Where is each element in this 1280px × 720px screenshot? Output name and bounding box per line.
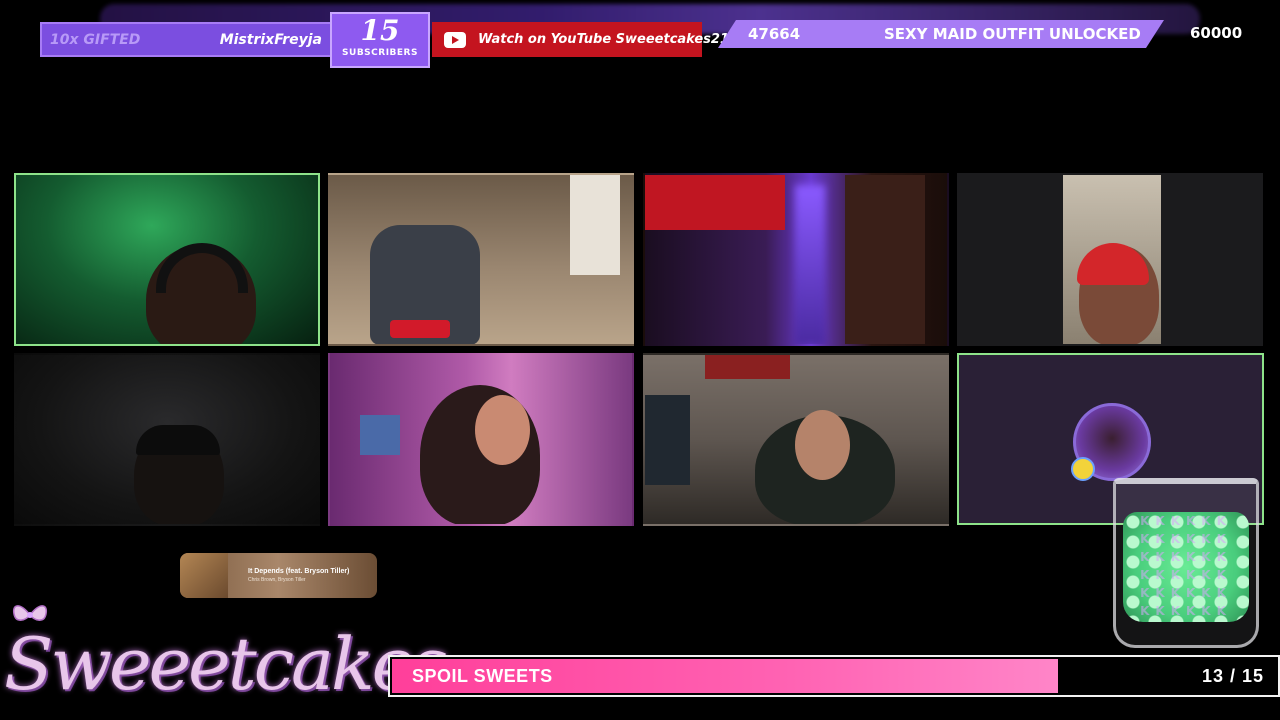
camera-tile-7 <box>643 353 949 526</box>
wall-decor-shape <box>360 415 400 455</box>
gifted-sub-panel: 10x GIFTED MistrixFreyja <box>40 22 332 57</box>
youtube-icon <box>444 31 466 48</box>
gifted-username: MistrixFreyja <box>219 31 322 48</box>
song-artist: Chris Brown, Bryson Tiller <box>248 577 306 583</box>
microphone-shape <box>390 320 450 338</box>
camera-tile-2 <box>328 173 634 346</box>
camera-tile-4 <box>957 173 1263 346</box>
participant-face <box>795 410 850 480</box>
camera-tile-5 <box>14 353 320 526</box>
now-playing-widget: It Depends (feat. Bryson Tiller) Chris B… <box>180 553 377 598</box>
camera-tile-6 <box>328 353 634 526</box>
subscriber-counter: 15 SUBSCRIBERS <box>330 12 430 68</box>
logo-text: Sweeetcakes <box>4 622 448 706</box>
gifted-label: 10x GIFTED <box>50 31 141 48</box>
song-title: It Depends (feat. Bryson Tiller) <box>248 568 350 575</box>
candy-jar-icon: KKKKKK KKKKKK KKKKKK KKKKKK KKKKKK KKKKK… <box>1113 478 1259 648</box>
top-overlay: 10x GIFTED MistrixFreyja 15 SUBSCRIBERS … <box>0 0 1280 70</box>
room-door-shape <box>570 175 620 275</box>
goal-current-value: 47664 <box>748 25 801 43</box>
goal-bar: 47664 SEXY MAID OUTFIT UNLOCKED <box>718 20 1164 48</box>
cap-shape <box>136 425 220 455</box>
goal-label: SEXY MAID OUTFIT UNLOCKED <box>884 25 1141 43</box>
youtube-banner: Watch on YouTube Sweeetcakes212 <box>432 22 738 57</box>
channel-logo: Sweeetcakes <box>4 600 448 720</box>
spoil-progress-bar: SPOIL SWEETS 13 / 15 <box>388 655 1280 697</box>
spoil-label: SPOIL SWEETS <box>412 666 553 686</box>
wall-flag-shape <box>645 175 785 230</box>
jar-glass <box>1113 478 1259 648</box>
room-door-shape <box>845 175 925 344</box>
camera-tile-1 <box>14 173 320 346</box>
wall-poster-shape <box>705 355 790 379</box>
led-light-shape <box>795 185 825 344</box>
emoji-badge-icon <box>1071 457 1095 481</box>
spoil-count: 13 / 15 <box>1201 666 1264 686</box>
youtube-text: Watch on YouTube Sweeetcakes212 <box>478 32 739 47</box>
subscriber-label: SUBSCRIBERS <box>342 48 418 58</box>
monitor-shape <box>645 395 690 485</box>
album-art <box>180 553 228 598</box>
subscriber-count: 15 <box>360 14 400 47</box>
camera-tile-3 <box>643 173 949 346</box>
goal-target-value: 60000 <box>1190 24 1243 42</box>
headset-shape <box>156 243 248 293</box>
participant-face <box>475 395 530 465</box>
